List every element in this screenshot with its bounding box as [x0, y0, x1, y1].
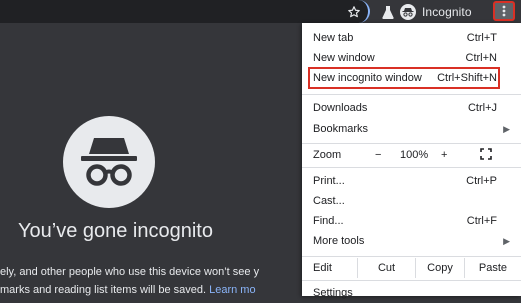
profile-button[interactable]: Incognito: [397, 2, 492, 21]
three-dots-vertical-icon[interactable]: [493, 1, 515, 21]
menu-item-label: Downloads: [313, 102, 368, 114]
menu-separator: [302, 280, 521, 281]
menu-item-print[interactable]: Print... Ctrl+P: [302, 171, 521, 191]
menu-item-new-tab[interactable]: New tab Ctrl+T: [302, 28, 521, 48]
submenu-arrow-icon: ▶: [503, 235, 510, 246]
zoom-in-button[interactable]: +: [441, 149, 447, 161]
menu-item-shortcut: Ctrl+P: [466, 175, 497, 187]
star-icon[interactable]: [346, 2, 362, 21]
menu-item-label: Print...: [313, 175, 345, 187]
menu-item-label: Find...: [313, 215, 344, 227]
description-line-2: marks and reading list items will be sav…: [0, 284, 256, 296]
menu-item-edit: Edit Cut Copy Paste: [302, 258, 521, 278]
flask-icon[interactable]: [380, 2, 396, 21]
zoom-label: Zoom: [313, 149, 342, 161]
address-bar[interactable]: [0, 0, 370, 23]
menu-item-label: New tab: [313, 32, 354, 44]
learn-more-link[interactable]: Learn mo: [209, 284, 255, 296]
menu-item-more-tools[interactable]: More tools ▶: [302, 231, 521, 251]
menu-item-shortcut: Ctrl+N: [465, 52, 497, 64]
browser-toolbar: Incognito: [0, 0, 521, 23]
menu-item-label: Cast...: [313, 195, 345, 207]
copy-button[interactable]: Copy: [415, 258, 464, 278]
highlight-box: [308, 67, 500, 89]
zoom-out-button[interactable]: −: [375, 149, 381, 161]
menu-separator: [302, 256, 521, 257]
incognito-avatar-icon: [400, 3, 416, 20]
edit-label: Edit: [313, 262, 332, 274]
menu-separator: [302, 167, 521, 168]
incognito-hat-glasses-icon: [63, 116, 155, 208]
menu-item-settings[interactable]: Settings: [302, 283, 521, 303]
menu-item-find[interactable]: Find... Ctrl+F: [302, 211, 521, 231]
paste-button[interactable]: Paste: [464, 258, 521, 278]
menu-item-shortcut: Ctrl+T: [466, 32, 497, 44]
menu-item-label: Bookmarks: [313, 123, 369, 135]
menu-item-label: Settings: [313, 287, 353, 299]
profile-label: Incognito: [422, 4, 472, 19]
fullscreen-icon[interactable]: [480, 148, 492, 163]
menu-item-shortcut: Ctrl+F: [466, 215, 497, 227]
submenu-arrow-icon: ▶: [503, 123, 510, 134]
menu-item-label: More tools: [313, 235, 365, 247]
description-text: marks and reading list items will be sav…: [0, 284, 207, 296]
chrome-main-menu: New tab Ctrl+T New window Ctrl+N New inc…: [302, 23, 521, 299]
menu-item-cast[interactable]: Cast...: [302, 191, 521, 211]
menu-item-shortcut: Ctrl+J: [467, 102, 497, 114]
cut-button[interactable]: Cut: [357, 258, 415, 278]
page-headline: You’ve gone incognito: [18, 220, 213, 242]
menu-separator: [302, 143, 521, 144]
menu-item-label: New window: [313, 52, 375, 64]
menu-item-zoom: Zoom − 100% +: [302, 145, 521, 165]
menu-item-bookmarks[interactable]: Bookmarks ▶: [302, 119, 521, 139]
menu-item-downloads[interactable]: Downloads Ctrl+J: [302, 98, 521, 118]
description-line-1: ely, and other people who use this devic…: [0, 266, 260, 278]
menu-separator: [302, 94, 521, 95]
menu-item-new-window[interactable]: New window Ctrl+N: [302, 48, 521, 68]
zoom-level: 100%: [400, 149, 429, 161]
